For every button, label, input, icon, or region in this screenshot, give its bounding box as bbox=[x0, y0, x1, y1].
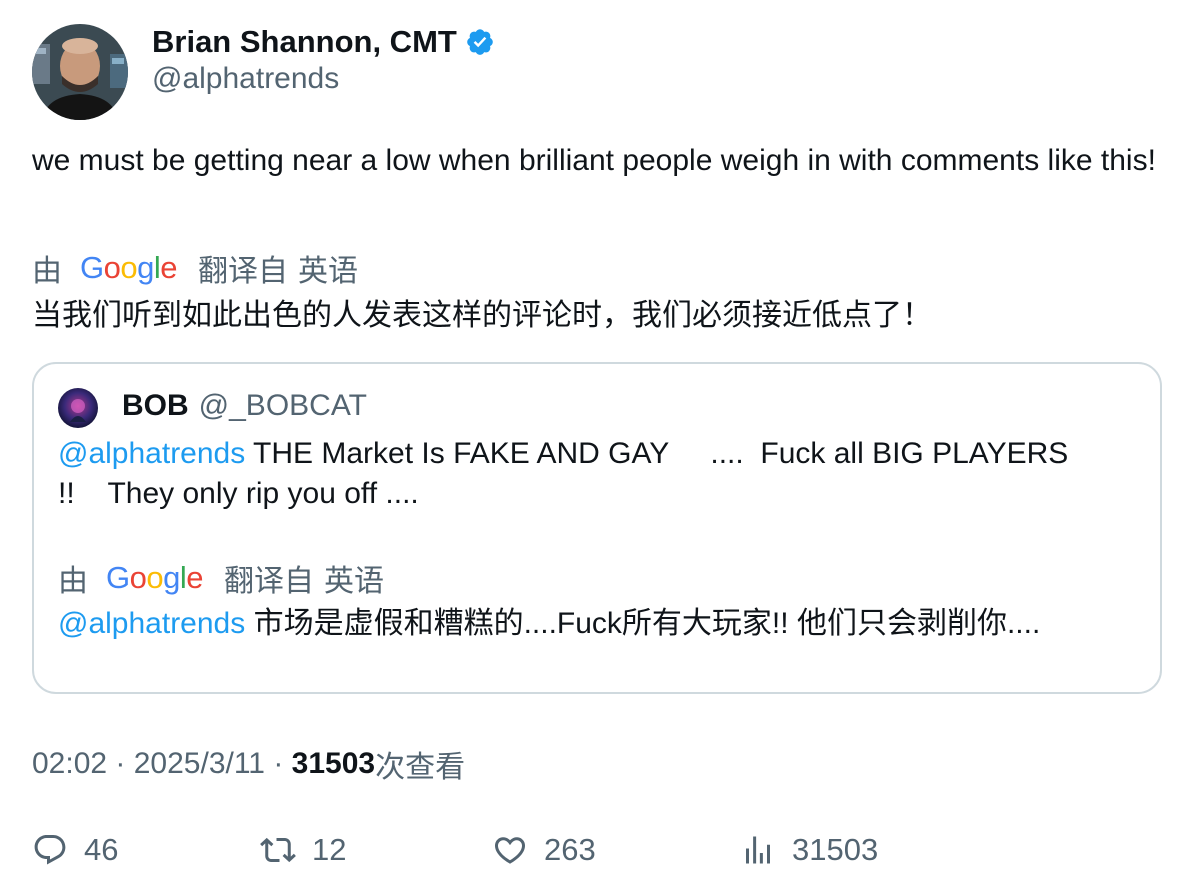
quoted-text-line2: !! They only rip you off .... bbox=[58, 477, 419, 510]
like-count: 263 bbox=[544, 832, 596, 867]
retweet-icon bbox=[260, 837, 296, 863]
translation-by-label: 由 bbox=[32, 255, 62, 288]
author-handle[interactable]: @alphatrends bbox=[152, 62, 339, 96]
quoted-translated-from-label: 翻译自 bbox=[224, 565, 314, 598]
verified-badge-icon[interactable] bbox=[465, 27, 495, 57]
quoted-author-avatar[interactable] bbox=[58, 388, 98, 428]
svg-text:Google: Google bbox=[106, 561, 203, 595]
svg-text:Google: Google bbox=[80, 251, 177, 285]
google-logo: Google bbox=[80, 251, 178, 285]
quoted-google-logo: Google bbox=[106, 561, 204, 595]
quoted-translated-text: @alphatrends 市场是虚假和糟糕的....Fuck所有大玩家!! 他们… bbox=[58, 604, 1148, 644]
author-name-row: Brian Shannon, CMT bbox=[152, 22, 495, 62]
views-label: 次查看 bbox=[375, 751, 466, 784]
quoted-author-name[interactable]: BOB bbox=[122, 389, 189, 423]
quoted-avatar-image bbox=[58, 388, 98, 428]
tweet: Brian Shannon, CMT @alphatrends we must … bbox=[0, 0, 1196, 896]
heart-icon bbox=[494, 837, 526, 864]
author-name[interactable]: Brian Shannon, CMT bbox=[152, 24, 457, 60]
quoted-translated-body: 市场是虚假和糟糕的....Fuck所有大玩家!! 他们只会剥削你.... bbox=[245, 607, 1041, 640]
tweet-meta: 02:02 · 2025/3/11 · 31503 次查看 bbox=[32, 742, 465, 786]
quoted-mention[interactable]: @alphatrends bbox=[58, 437, 245, 470]
source-language: 英语 bbox=[298, 255, 358, 288]
retweet-button[interactable]: 12 bbox=[260, 828, 346, 872]
quoted-text-line1: THE Market Is FAKE AND GAY .... Fuck all… bbox=[245, 437, 1069, 470]
translated-from-label: 翻译自 bbox=[198, 255, 288, 288]
quoted-translation-attribution: 由 Google 翻译自 英语 bbox=[58, 556, 384, 600]
quoted-translation-by-label: 由 bbox=[58, 565, 88, 598]
reply-icon bbox=[34, 835, 66, 865]
translation-attribution: 由 Google 翻译自 英语 bbox=[32, 246, 358, 290]
author-avatar[interactable] bbox=[32, 24, 128, 120]
meta-separator: · bbox=[265, 747, 292, 780]
reply-count: 46 bbox=[84, 832, 119, 867]
quoted-tweet[interactable]: BOB @_BOBCAT @alphatrends THE Market Is … bbox=[32, 362, 1162, 694]
like-button[interactable]: 263 bbox=[492, 828, 596, 872]
tweet-text: we must be getting near a low when brill… bbox=[32, 144, 1156, 177]
quoted-source-language: 英语 bbox=[324, 565, 384, 598]
author-avatar-image bbox=[32, 24, 128, 120]
meta-separator: · bbox=[107, 747, 134, 780]
tweet-time[interactable]: 02:02 bbox=[32, 747, 107, 781]
tweet-translated-text: 当我们听到如此出色的人发表这样的评论时，我们必须接近低点了！ bbox=[32, 299, 932, 332]
analytics-icon bbox=[746, 836, 770, 864]
views-action-count: 31503 bbox=[792, 832, 879, 867]
quoted-translated-mention[interactable]: @alphatrends bbox=[58, 607, 245, 640]
reply-button[interactable]: 46 bbox=[32, 828, 118, 872]
quoted-name-row: BOB @_BOBCAT bbox=[122, 386, 367, 426]
quoted-tweet-text: @alphatrends THE Market Is FAKE AND GAY … bbox=[58, 434, 1148, 514]
quoted-author-handle[interactable]: @_BOBCAT bbox=[199, 389, 367, 423]
views-count: 31503 bbox=[291, 747, 376, 780]
views-button[interactable]: 31503 bbox=[740, 828, 878, 872]
retweet-count: 12 bbox=[312, 832, 347, 867]
tweet-date[interactable]: 2025/3/11 bbox=[134, 747, 265, 781]
